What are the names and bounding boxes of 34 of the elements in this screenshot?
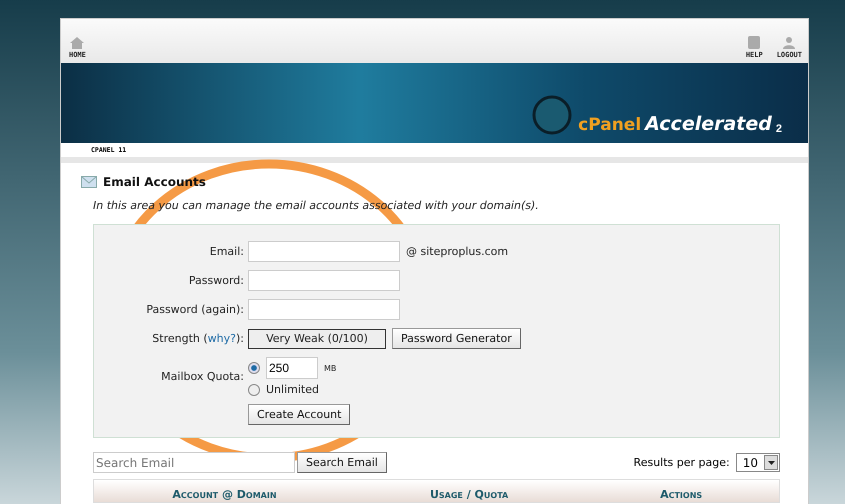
unlimited-label: Unlimited bbox=[266, 383, 319, 396]
why-link[interactable]: why? bbox=[208, 332, 236, 345]
password-again-label: Password (again): bbox=[145, 303, 244, 316]
user-icon bbox=[783, 36, 796, 49]
password-again-field[interactable] bbox=[248, 299, 400, 320]
column-header[interactable]: Usage / Quota bbox=[354, 488, 584, 502]
home-icon bbox=[70, 37, 84, 49]
strength-meter: Very Weak (0/100) bbox=[248, 328, 386, 348]
column-header[interactable]: Actions bbox=[583, 488, 779, 502]
password-field[interactable] bbox=[248, 270, 400, 291]
search-field[interactable]: Search Email bbox=[93, 452, 295, 473]
product-name: Accelerated bbox=[645, 113, 772, 135]
envelope-icon bbox=[81, 176, 97, 188]
quota-field[interactable]: 250 bbox=[266, 357, 318, 379]
column-header[interactable]: Account @ Domain bbox=[94, 488, 355, 502]
brand-name: cPanel bbox=[578, 115, 642, 135]
strength-label: Strength (why?): bbox=[151, 332, 244, 345]
version-number: 2 bbox=[776, 123, 782, 135]
caret-icon bbox=[768, 460, 774, 464]
quota-label: Mailbox Quota: bbox=[160, 370, 244, 383]
quota-radio[interactable] bbox=[248, 362, 260, 374]
domain-label: @ siteproplus.com bbox=[406, 245, 508, 258]
results-per-page-select[interactable]: 10 bbox=[736, 453, 780, 472]
email-label: Email: bbox=[208, 245, 244, 258]
password-label: Password: bbox=[188, 274, 244, 287]
logo-icon bbox=[530, 95, 574, 135]
unit-label: MB bbox=[324, 364, 336, 372]
create-account-button[interactable]: Create Account bbox=[248, 404, 350, 425]
help-icon bbox=[748, 36, 760, 49]
password-generator-button[interactable]: Password Generator bbox=[392, 328, 521, 349]
unlimited-radio[interactable] bbox=[248, 384, 260, 396]
search-button[interactable]: Search Email bbox=[297, 452, 387, 473]
results-per-page-label: Results per page: bbox=[634, 456, 730, 469]
email-field[interactable] bbox=[248, 241, 400, 262]
